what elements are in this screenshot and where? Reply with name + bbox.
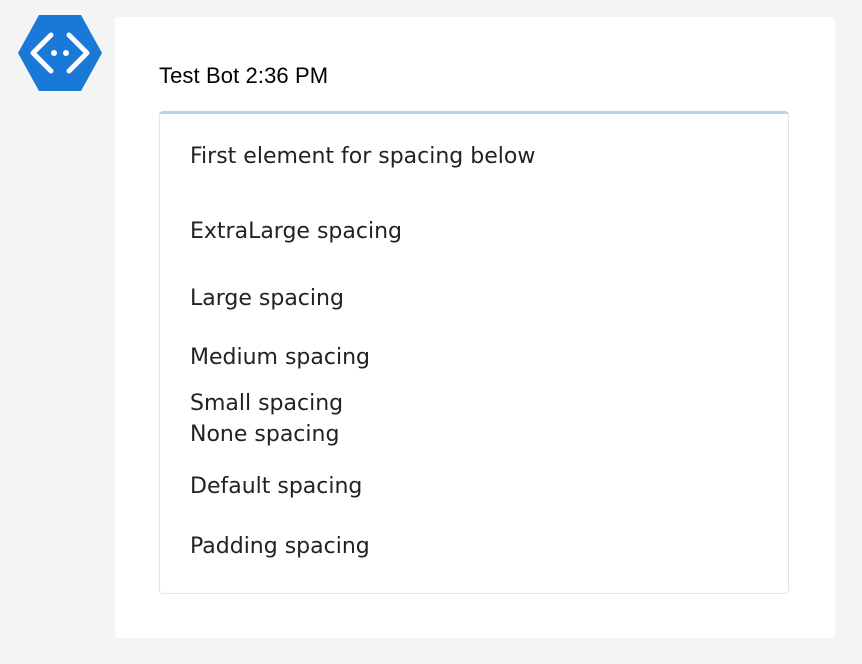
message-timestamp: 2:36 PM (245, 63, 329, 88)
bot-connector-icon (18, 15, 102, 91)
text-extralarge-spacing: ExtraLarge spacing (190, 219, 402, 244)
adaptive-card: First element for spacing below ExtraLar… (159, 111, 789, 594)
message-header: Test Bot 2:36 PM (159, 63, 328, 89)
text-first-element: First element for spacing below (190, 144, 536, 169)
text-none-spacing: None spacing (190, 422, 340, 447)
bot-message: Test Bot 2:36 PM First element for spaci… (115, 17, 835, 638)
sender-name: Test Bot (159, 63, 240, 88)
chat-transcript: Test Bot 2:36 PM First element for spaci… (0, 0, 862, 664)
text-padding-spacing: Padding spacing (190, 534, 370, 559)
text-default-spacing: Default spacing (190, 474, 363, 499)
text-medium-spacing: Medium spacing (190, 345, 370, 370)
text-large-spacing: Large spacing (190, 286, 344, 311)
text-small-spacing: Small spacing (190, 391, 344, 416)
